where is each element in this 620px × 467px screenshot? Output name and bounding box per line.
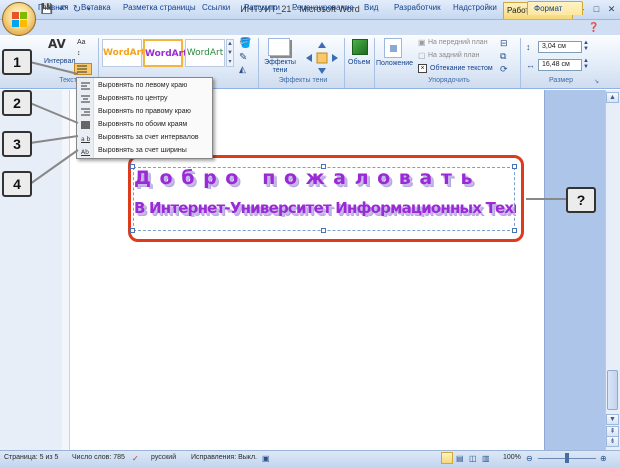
callout-1-pointer [29, 61, 79, 75]
callout-1: 1 [2, 49, 32, 75]
callout-question: ? [566, 187, 596, 213]
callout-2: 2 [2, 90, 32, 116]
callout-3: 3 [2, 131, 32, 157]
callout-2-pointer [29, 102, 79, 124]
callout-3-pointer [29, 135, 79, 144]
callout-pointers [29, 61, 566, 200]
callout-4: 4 [2, 171, 32, 197]
callout-4-pointer [29, 149, 79, 185]
